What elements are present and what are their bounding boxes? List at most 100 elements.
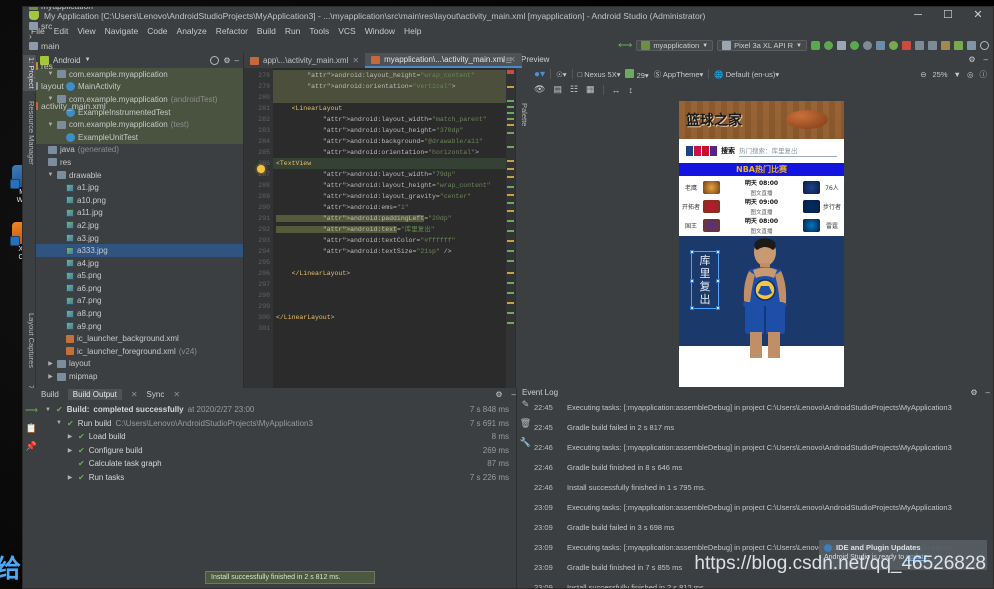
menu-item-code[interactable]: Code — [147, 26, 167, 36]
code-line[interactable]: "attr">android:orientation="horizontal"> — [273, 147, 515, 158]
game-row[interactable]: 国王 明天 08:00 图文直播 雷霆 — [679, 216, 844, 235]
event-log-hide-icon[interactable]: – — [986, 388, 990, 397]
tree-item[interactable]: a9.png — [36, 320, 243, 333]
menu-item-navigate[interactable]: Navigate — [105, 26, 139, 36]
expand-arrow-icon[interactable]: ▼ — [44, 407, 52, 413]
vertical-guideline-icon[interactable]: ↕ — [629, 85, 634, 95]
tree-item[interactable]: a4.jpg — [36, 257, 243, 270]
tree-item[interactable]: a11.jpg — [36, 207, 243, 220]
code-line[interactable]: </LinearLayout> — [273, 268, 515, 279]
code-line[interactable]: "attr">android:layout_height="wrap_conte… — [273, 70, 515, 81]
tree-item[interactable]: a6.png — [36, 282, 243, 295]
intention-bulb-icon[interactable] — [257, 165, 265, 173]
code-line[interactable]: "attr">android:layout_height="wrap_conte… — [273, 180, 515, 191]
avd-manager-icon[interactable] — [915, 41, 924, 50]
tree-item[interactable]: res — [36, 156, 243, 169]
close-tab-icon[interactable]: ✕ — [352, 56, 359, 65]
tree-item[interactable]: a333.jpg — [36, 244, 243, 257]
code-line[interactable] — [273, 290, 515, 301]
collapse-all-icon[interactable] — [210, 55, 220, 65]
zoom-out-icon[interactable]: ⊖ — [920, 70, 926, 79]
event-row[interactable]: 22:45 Executing tasks: [:myapplication:as… — [534, 397, 993, 417]
tree-item[interactable]: java (generated) — [36, 144, 243, 157]
tree-item[interactable]: a5.png — [36, 270, 243, 283]
code-line[interactable] — [273, 323, 515, 334]
game-row[interactable]: 老鹰 明天 08:00 图文直播 76人 — [679, 178, 844, 197]
expand-arrow-icon[interactable]: ▶ — [66, 433, 74, 440]
tree-item[interactable]: ExampleUnitTest — [36, 130, 243, 144]
expand-arrow-icon[interactable]: ▼ — [55, 420, 63, 426]
code-line[interactable] — [273, 257, 515, 268]
menu-item-window[interactable]: Window — [365, 26, 395, 36]
breadcrumb-item-2[interactable]: src — [29, 21, 106, 31]
constraints-icon[interactable]: ☷ — [570, 84, 578, 95]
preview-hide-icon[interactable]: – — [984, 55, 988, 64]
build-row[interactable]: ✔ Calculate task graph 87 ms — [40, 457, 516, 471]
app-search-row[interactable]: 搜索 热门搜索：库里复出 — [679, 139, 844, 163]
menu-item-vcs[interactable]: VCS — [338, 26, 355, 36]
restart-icon[interactable]: ⟶ — [23, 405, 40, 416]
menu-item-refactor[interactable]: Refactor — [216, 26, 248, 36]
device-file-icon[interactable] — [954, 41, 963, 50]
breadcrumb-item-5[interactable]: layout — [29, 81, 106, 91]
search-input[interactable]: 热门搜索：库里复出 — [739, 145, 837, 157]
code-line[interactable]: "attr">android:layout_height="370dp" — [273, 125, 515, 136]
code-line[interactable]: "attr">android:textSize="21sp" /> — [273, 246, 515, 257]
tree-item[interactable]: ic_launcher_background.xml — [36, 332, 243, 345]
player-photo-section[interactable]: 库里复出 — [679, 236, 844, 358]
eye-icon[interactable]: 👁 — [534, 84, 545, 95]
editor-tab[interactable]: app\...\activity_main.xml ✕ — [244, 53, 365, 68]
profiler-icon[interactable] — [967, 41, 976, 50]
build-row[interactable]: ▶ ✔ Run tasks 7 s 226 ms — [40, 471, 516, 485]
tree-item[interactable]: a2.jpg — [36, 219, 243, 232]
event-row[interactable]: 22:46 Executing tasks: [:myapplication:as… — [534, 437, 993, 457]
settings-icon[interactable]: ⚙ — [223, 56, 230, 65]
event-row[interactable]: 22:46 Gradle build finished in 8 s 646 ms — [534, 457, 993, 477]
sync-icon[interactable] — [889, 41, 898, 50]
expand-arrow-icon[interactable]: ▶ — [66, 474, 74, 481]
code-line[interactable]: "attr">android:textColor="#ffffff" — [273, 235, 515, 246]
code-line[interactable]: "attr">android:layout_width="match_paren… — [273, 114, 515, 125]
code-line[interactable]: "attr">android:background="@drawable/a11… — [273, 136, 515, 147]
code-line[interactable]: "attr">android:orientation="vertical"> — [273, 81, 515, 92]
code-line[interactable] — [273, 92, 515, 103]
tree-item[interactable]: a3.jpg — [36, 232, 243, 245]
sidebar-tab-project[interactable]: 1: Project — [23, 55, 36, 91]
theme-selector[interactable]: Ⓢ AppTheme▾ — [654, 69, 704, 80]
wrench-icon[interactable]: 🔧 — [517, 437, 534, 448]
attach-debugger-icon[interactable] — [863, 41, 872, 50]
event-row[interactable]: 23:09 Gradle build failed in 3 s 698 ms — [534, 517, 993, 537]
code-line[interactable] — [273, 301, 515, 312]
tree-item[interactable]: a10.png — [36, 194, 243, 207]
menu-item-help[interactable]: Help — [404, 26, 421, 36]
code-line[interactable]: "attr">android:layout_gravity="center" — [273, 191, 515, 202]
build-settings-icon[interactable]: ⚙ — [495, 390, 502, 399]
build-tab-build-output[interactable]: Build Output — [67, 389, 122, 400]
selected-textview[interactable]: 库里复出 — [695, 254, 715, 306]
sidebar-tab-layout-captures[interactable]: Layout Captures — [23, 311, 36, 370]
build-row[interactable]: ▼ ✔ Build: completed successfully at 2020/2/… — [40, 403, 516, 417]
menu-item-analyze[interactable]: Analyze — [177, 26, 207, 36]
preview-settings-icon[interactable]: ⚙ — [968, 55, 975, 64]
tree-item[interactable]: a1.jpg — [36, 181, 243, 194]
trash-icon[interactable]: 🗑 — [517, 418, 534, 429]
code-line[interactable]: "attr">android:layout_width="79dp" — [273, 169, 515, 180]
tree-item[interactable]: ▶ layout — [36, 358, 243, 371]
device-preview[interactable]: 篮球之家 搜索 热门搜索：库里复出 NBA热门比赛 老鹰 明天 08:00 图文… — [679, 101, 844, 387]
event-row[interactable]: 23:09 Install successfully finished in 2 … — [534, 577, 993, 589]
close-tab-icon[interactable]: ✕ — [131, 390, 138, 399]
zoom-actual-icon[interactable]: ◎ — [967, 70, 974, 79]
tree-item[interactable]: ▼ drawable — [36, 169, 243, 182]
expand-arrow-icon[interactable]: ▶ — [66, 447, 74, 454]
breadcrumb-item-1[interactable]: myapplication — [29, 7, 106, 11]
orientation-icon[interactable]: ☉▾ — [556, 70, 567, 79]
event-row[interactable]: 22:46 Install successfully finished in 1 … — [534, 477, 993, 497]
event-row[interactable]: 22:45 Gradle build failed in 2 s 817 ms — [534, 417, 993, 437]
tree-arrow-icon[interactable]: ▶ — [47, 373, 54, 380]
build-row[interactable]: ▶ ✔ Load build 8 ms — [40, 430, 516, 444]
tree-item[interactable]: a8.png — [36, 307, 243, 320]
info-icon[interactable]: ⓘ — [980, 69, 988, 80]
game-row[interactable]: 开拓者 明天 09:00 图文直播 步行者 — [679, 197, 844, 216]
build-hide-icon[interactable]: – — [512, 390, 516, 399]
device-selector[interactable]: Pixel 3a XL API R ▼ — [717, 40, 807, 51]
